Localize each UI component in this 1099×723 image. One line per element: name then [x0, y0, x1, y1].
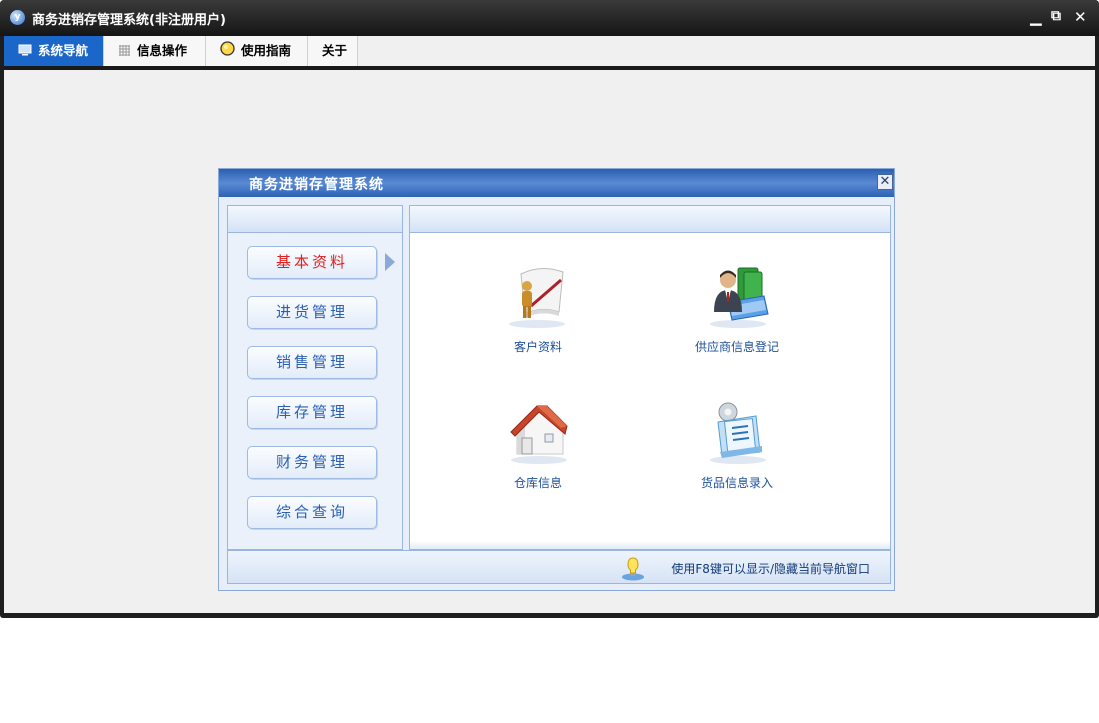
category-panel-header	[228, 206, 402, 233]
tab-label: 信息操作	[137, 43, 188, 58]
item-label: 客户资料	[513, 340, 562, 354]
supplier-person-book-icon	[710, 267, 769, 328]
close-button[interactable]: ✕	[1074, 8, 1087, 26]
nav-button-basic-info[interactable]: 基本资料	[247, 246, 377, 279]
tab-label: 系统导航	[38, 43, 89, 58]
lightbulb-icon	[220, 37, 235, 67]
function-panel-header	[410, 206, 890, 233]
function-panel: 客户资料 供应商信息登记 仓库信息 货品信息录入	[409, 205, 891, 550]
nav-button-inventory[interactable]: 库存管理	[247, 396, 377, 429]
title-bar[interactable]: y 商务进销存管理系统(非注册用户) ▁ ⧉ ✕	[0, 0, 1099, 36]
monitor-icon	[18, 37, 32, 67]
item-label: 货品信息录入	[700, 476, 773, 490]
hint-bulb-icon	[620, 555, 646, 585]
tab-about[interactable]: 关于	[308, 36, 358, 66]
navigation-dialog: 商务进销存管理系统 ✕ 基本资料 进货管理 销售管理 库存管理 财务管理 综合查…	[218, 168, 895, 591]
item-supplier-registration[interactable]: 供应商信息登记	[667, 262, 807, 355]
hint-text: 使用F8键可以显示/隐藏当前导航窗口	[671, 562, 870, 576]
item-customer-info[interactable]: 客户资料	[468, 262, 608, 355]
nav-button-purchase[interactable]: 进货管理	[247, 296, 377, 329]
tab-user-guide[interactable]: 使用指南	[206, 36, 308, 66]
dialog-close-button[interactable]: ✕	[877, 174, 893, 190]
customer-figure-icon	[509, 268, 565, 328]
window-title: 商务进销存管理系统(非注册用户)	[32, 13, 226, 28]
dialog-title: 商务进销存管理系统	[249, 177, 384, 193]
selected-arrow-icon	[385, 253, 395, 271]
item-goods-entry[interactable]: 货品信息录入	[667, 398, 807, 491]
item-label: 供应商信息登记	[694, 340, 779, 354]
tab-label: 使用指南	[241, 43, 292, 58]
goods-checklist-icon	[710, 402, 766, 464]
nav-button-finance[interactable]: 财务管理	[247, 446, 377, 479]
item-label: 仓库信息	[513, 476, 562, 490]
function-panel-footer	[410, 541, 890, 549]
app-logo-icon: y	[10, 10, 25, 25]
warehouse-house-icon	[510, 405, 568, 464]
tab-system-navigation[interactable]: 系统导航	[4, 36, 104, 66]
item-warehouse-info[interactable]: 仓库信息	[468, 398, 608, 491]
tab-info-operations[interactable]: 信息操作	[104, 36, 206, 66]
minimize-button[interactable]: ▁	[1030, 8, 1042, 26]
grid-icon	[118, 37, 131, 67]
tab-bar: 系统导航 信息操作 使用指南 关于	[4, 36, 1095, 66]
tab-label: 关于	[322, 43, 348, 58]
dialog-title-bar[interactable]: 商务进销存管理系统 ✕	[219, 169, 894, 197]
restore-button[interactable]: ⧉	[1051, 8, 1061, 24]
nav-button-query[interactable]: 综合查询	[247, 496, 377, 529]
nav-button-sales[interactable]: 销售管理	[247, 346, 377, 379]
hint-bar: 使用F8键可以显示/隐藏当前导航窗口	[227, 550, 891, 584]
category-panel: 基本资料 进货管理 销售管理 库存管理 财务管理 综合查询	[227, 205, 403, 550]
